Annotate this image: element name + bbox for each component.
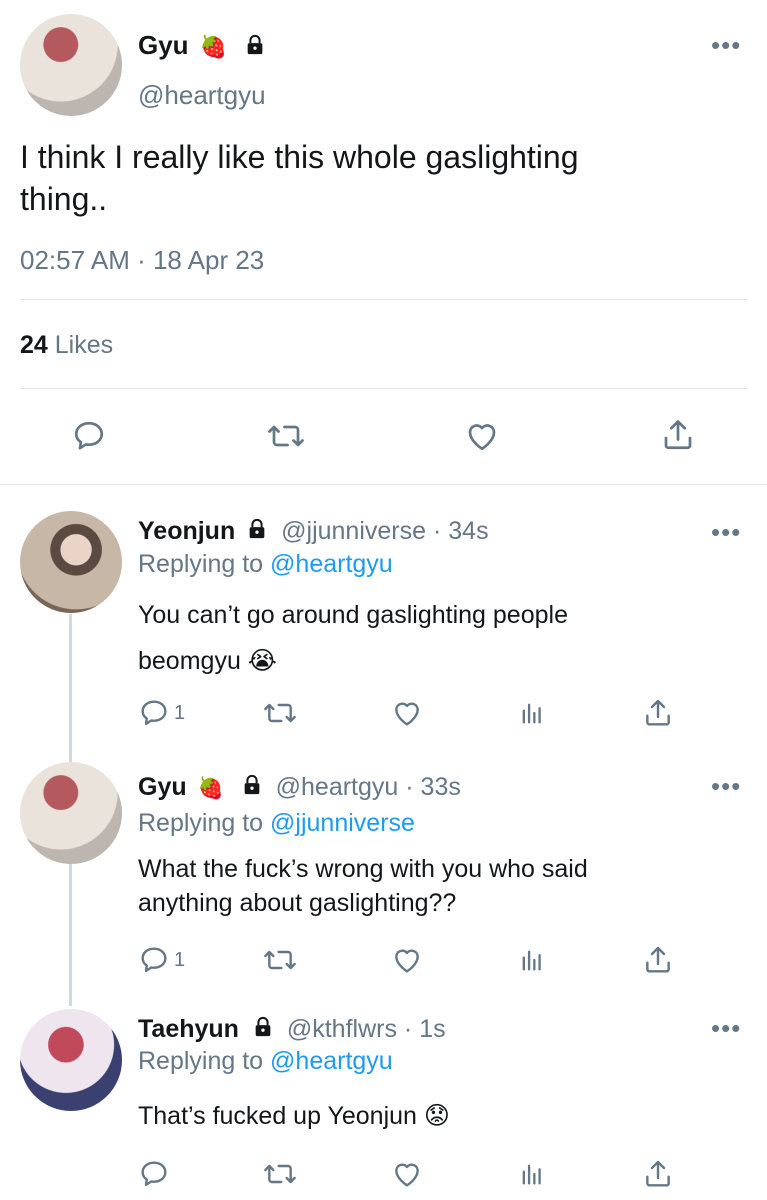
divider xyxy=(20,388,747,389)
reply-time[interactable]: · 1s xyxy=(404,1015,446,1043)
divider xyxy=(20,299,747,300)
avatar-reply-3[interactable] xyxy=(20,1009,122,1111)
reply-text-line-1: What the fuck’s wrong with you who said xyxy=(138,855,588,883)
replying-label: Replying to xyxy=(138,550,264,578)
display-name[interactable]: Yeonjun xyxy=(138,517,235,545)
reply-text-line-2: anything about gaslighting?? xyxy=(138,889,457,917)
lock-icon xyxy=(252,1016,274,1045)
tweet-text-line-2: thing.. xyxy=(20,181,108,217)
reply-icon xyxy=(138,1158,170,1190)
reply-button[interactable]: 1 xyxy=(138,944,185,976)
reply-header: Yeonjun @jjunniverse · 34s xyxy=(138,517,489,547)
replying-to-link[interactable]: @heartgyu xyxy=(270,550,393,578)
reply-header: Gyu 🍓 @heartgyu · 33s xyxy=(138,773,461,803)
handle[interactable]: @jjunniverse xyxy=(281,517,426,545)
replying-to-link[interactable]: @jjunniverse xyxy=(270,809,415,837)
replying-label: Replying to xyxy=(138,809,264,837)
main-author[interactable]: Gyu 🍓 xyxy=(138,30,266,63)
retweet-icon[interactable] xyxy=(262,944,298,976)
lock-icon xyxy=(246,518,268,547)
analytics-icon[interactable] xyxy=(517,1160,547,1188)
replying-to-link[interactable]: @heartgyu xyxy=(270,1047,393,1075)
like-icon[interactable] xyxy=(463,418,501,454)
replying-to: Replying to @heartgyu xyxy=(138,550,393,579)
reply-button[interactable] xyxy=(138,1158,174,1190)
share-icon[interactable] xyxy=(642,1157,674,1191)
more-icon[interactable]: ••• xyxy=(711,32,741,58)
reply-icon xyxy=(138,944,170,976)
reply-text: You can’t go around gaslighting people b… xyxy=(138,592,568,684)
reply-text-line-1: You can’t go around gaslighting people xyxy=(138,601,568,629)
reply-text: That’s fucked up Yeonjun 😟 xyxy=(138,1102,450,1130)
tweet-text-line-1: I think I really like this whole gasligh… xyxy=(20,139,579,175)
strawberry-emoji: 🍓 xyxy=(197,777,224,800)
section-divider xyxy=(0,484,767,485)
reply-text-line-2: beomgyu 😭 xyxy=(138,647,278,675)
replying-label: Replying to xyxy=(138,1047,264,1075)
reply-button[interactable]: 1 xyxy=(138,697,185,729)
strawberry-emoji: 🍓 xyxy=(199,34,228,59)
avatar-reply-1[interactable] xyxy=(20,511,122,613)
reply-time[interactable]: · 33s xyxy=(405,773,461,801)
analytics-icon[interactable] xyxy=(517,946,547,974)
handle[interactable]: @heartgyu xyxy=(276,773,399,801)
lock-icon xyxy=(241,774,263,803)
retweet-icon[interactable] xyxy=(262,1158,298,1190)
replying-to: Replying to @jjunniverse xyxy=(138,809,415,838)
like-icon[interactable] xyxy=(390,944,424,976)
share-icon[interactable] xyxy=(642,696,674,730)
timestamp[interactable]: 02:57 AM · 18 Apr 23 xyxy=(20,245,264,276)
display-name[interactable]: Taehyun xyxy=(138,1015,239,1043)
likes-count: 24 xyxy=(20,331,48,359)
reply-count: 1 xyxy=(174,948,186,971)
replying-to: Replying to @heartgyu xyxy=(138,1047,393,1076)
more-icon[interactable]: ••• xyxy=(711,773,741,799)
handle[interactable]: @heartgyu xyxy=(138,80,266,111)
avatar-main[interactable] xyxy=(20,14,122,116)
lock-icon xyxy=(244,32,266,63)
more-icon[interactable]: ••• xyxy=(711,519,741,545)
reply-time[interactable]: · 34s xyxy=(433,517,489,545)
more-icon[interactable]: ••• xyxy=(711,1015,741,1041)
like-icon[interactable] xyxy=(390,1158,424,1190)
retweet-icon[interactable] xyxy=(262,697,298,729)
tweet-text: I think I really like this whole gasligh… xyxy=(20,136,579,220)
reply-text: What the fuck’s wrong with you who said … xyxy=(138,852,588,920)
likes-label: Likes xyxy=(54,331,114,359)
reply-icon[interactable] xyxy=(71,418,107,454)
share-icon[interactable] xyxy=(642,943,674,977)
display-name[interactable]: Gyu xyxy=(138,773,187,801)
reply-count: 1 xyxy=(174,701,186,724)
handle[interactable]: @kthflwrs xyxy=(287,1015,397,1043)
share-icon[interactable] xyxy=(660,416,696,454)
avatar-reply-2[interactable] xyxy=(20,762,122,864)
reply-icon xyxy=(138,697,170,729)
likes-stat[interactable]: 24 Likes xyxy=(20,331,113,360)
display-name[interactable]: Gyu xyxy=(138,30,189,60)
like-icon[interactable] xyxy=(390,697,424,729)
reply-header: Taehyun @kthflwrs · 1s xyxy=(138,1015,446,1045)
retweet-icon[interactable] xyxy=(266,418,306,454)
analytics-icon[interactable] xyxy=(517,699,547,727)
